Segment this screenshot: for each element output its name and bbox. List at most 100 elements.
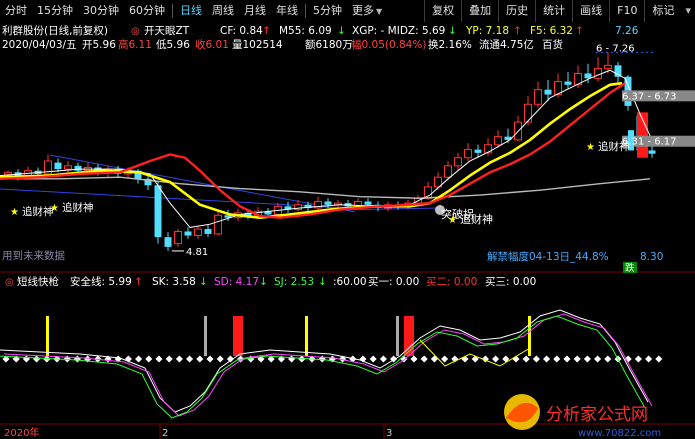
baseline-diamond xyxy=(583,355,591,363)
signal-bar xyxy=(204,316,207,356)
quote-field-5: 量102514 xyxy=(232,39,283,51)
arrow-down-icon: ↓ xyxy=(318,276,327,288)
low-price-label: 4.81 xyxy=(186,247,208,258)
baseline-diamond xyxy=(216,355,224,363)
candle-body-up[interactable] xyxy=(444,165,452,178)
high-price-label: 6 - 7.26 xyxy=(596,43,635,54)
candle-body-up[interactable] xyxy=(484,144,492,154)
star-icon: ★ xyxy=(586,142,595,153)
toolbar-button-0[interactable]: 复权 xyxy=(424,0,461,22)
candle-body-up[interactable] xyxy=(494,136,502,146)
toolbar-button-4[interactable]: 画线 xyxy=(572,0,609,22)
tab-period-5[interactable]: 周线 xyxy=(207,0,239,22)
arrow-up-icon: ↑ xyxy=(134,276,143,288)
window-menu-icon[interactable]: ▾ xyxy=(681,0,695,22)
candle-body-up[interactable] xyxy=(214,214,222,235)
range-price-label-2: 6.31 - 6.17 xyxy=(622,137,677,148)
candle-body-up[interactable] xyxy=(464,149,472,159)
candle-body-up[interactable] xyxy=(604,64,612,70)
tab-period-4[interactable]: 日线 xyxy=(175,0,207,22)
baseline-diamond xyxy=(33,355,41,363)
candle-body-down[interactable] xyxy=(584,73,592,79)
breakout-marker xyxy=(435,205,445,215)
candle-body-up[interactable] xyxy=(454,157,462,167)
chevron-down-icon: ▼ xyxy=(376,7,383,16)
baseline-diamond xyxy=(645,355,653,363)
baseline-diamond xyxy=(430,355,438,363)
cf-value: CF: 0.84 xyxy=(220,25,263,37)
candle-body-up[interactable] xyxy=(534,89,542,105)
baseline-diamond xyxy=(155,355,163,363)
toolbar-button-3[interactable]: 统计 xyxy=(535,0,572,22)
quote-field-0: 2020/04/03/五 xyxy=(2,39,77,51)
candle-body-down[interactable] xyxy=(648,150,656,154)
tab-period-8[interactable]: 5分钟 xyxy=(308,0,347,22)
candle-body-down[interactable] xyxy=(364,201,372,205)
toolbar-buttons: 复权 叠加 历史 统计 画线 F10 标记 ▾ xyxy=(424,0,695,22)
quote-field-8: 换2.16% xyxy=(428,38,472,51)
tab-period-3[interactable]: 60分钟 xyxy=(124,0,170,22)
candle-body-down[interactable] xyxy=(204,229,212,234)
candle-body-down[interactable] xyxy=(54,162,62,170)
candle-body-down[interactable] xyxy=(324,201,332,205)
candle-body-up[interactable] xyxy=(194,228,202,237)
baseline-diamond xyxy=(298,355,306,363)
candle-body-down[interactable] xyxy=(564,81,572,85)
watermark-url: www.70822.com xyxy=(578,428,661,439)
baseline-diamond xyxy=(135,355,143,363)
baseline-diamond xyxy=(543,355,551,363)
baseline-diamond xyxy=(145,355,153,363)
signal-buy-label-2: 追财神 xyxy=(62,201,94,214)
signal-buy-label: 追财神 xyxy=(22,205,54,218)
range-price-label-1: 6.37 - 6.73 xyxy=(622,91,677,102)
arrow-down-icon: ↓ xyxy=(199,276,208,288)
tab-period-9[interactable]: 更多 ▼ xyxy=(347,0,387,22)
candle-body-down[interactable] xyxy=(474,149,482,153)
sj-line xyxy=(0,315,646,419)
tab-period-1[interactable]: 15分钟 xyxy=(32,0,78,22)
arrow-down-icon: ↓ xyxy=(259,276,268,288)
signal-bar xyxy=(305,316,308,356)
toolbar-button-6[interactable]: 标记 xyxy=(644,0,681,22)
candle-body-up[interactable] xyxy=(524,103,532,123)
candle-body-down[interactable] xyxy=(74,165,82,171)
baseline-diamond xyxy=(634,355,642,363)
toolbar-button-1[interactable]: 叠加 xyxy=(461,0,498,22)
candle-body-up[interactable] xyxy=(424,186,432,199)
candle-body-up[interactable] xyxy=(594,68,602,79)
arrow-up-icon: ↑ xyxy=(513,25,522,37)
sub-indicator-panel: ◎ 短线快枪 安全线: 5.99 ↑ SK: 3.58 ↓ SD: 4.17 ↓ SJ: 2.5… xyxy=(0,275,663,439)
baseline-diamond xyxy=(175,355,183,363)
baseline-diamond xyxy=(379,355,387,363)
candle-body-down[interactable] xyxy=(544,89,552,95)
baseline-diamond xyxy=(369,355,377,363)
tab-period-6[interactable]: 月线 xyxy=(239,0,271,22)
candle-body-down[interactable] xyxy=(154,185,162,238)
x-axis-label-month: 3 xyxy=(386,428,392,439)
safe-line-value: 安全线: 5.99 xyxy=(70,275,132,288)
quote-field-7: 幅0.05(0.84%) xyxy=(351,38,426,51)
sj-value: SJ: 2.53 xyxy=(274,276,314,288)
baseline-diamond xyxy=(410,355,418,363)
signal-bar xyxy=(528,316,531,356)
candle-body-up[interactable] xyxy=(64,165,72,170)
candle-body-down[interactable] xyxy=(184,231,192,236)
arrow-up-icon: ↑ xyxy=(262,25,271,37)
stock-name-label: 利群股份(日线,前复权) xyxy=(2,24,108,37)
sk-value: SK: 3.58 xyxy=(152,276,196,288)
candle-body-up[interactable] xyxy=(174,230,182,245)
tab-period-2[interactable]: 30分钟 xyxy=(78,0,124,22)
quote-field-3: 低5.96 xyxy=(156,38,190,51)
m55-value: M55: 6.09 xyxy=(279,25,332,37)
baseline-diamond xyxy=(655,355,663,363)
signal-bar xyxy=(233,316,243,356)
stock-chart[interactable]: 6 - 7.266.37 - 6.736.31 - 6.174.81★ 追财神★ 追… xyxy=(0,22,695,439)
candle-body-down[interactable] xyxy=(164,237,172,247)
tab-period-0[interactable]: 分时 xyxy=(0,0,32,22)
toolbar-button-5[interactable]: F10 xyxy=(609,0,644,22)
tab-period-7[interactable]: 年线 xyxy=(271,0,303,22)
buy1-value: 买一: 0.00 xyxy=(368,276,419,288)
signal-bar xyxy=(396,316,399,356)
toolbar-button-2[interactable]: 历史 xyxy=(498,0,535,22)
arrow-down-icon: ↓ xyxy=(337,25,346,37)
